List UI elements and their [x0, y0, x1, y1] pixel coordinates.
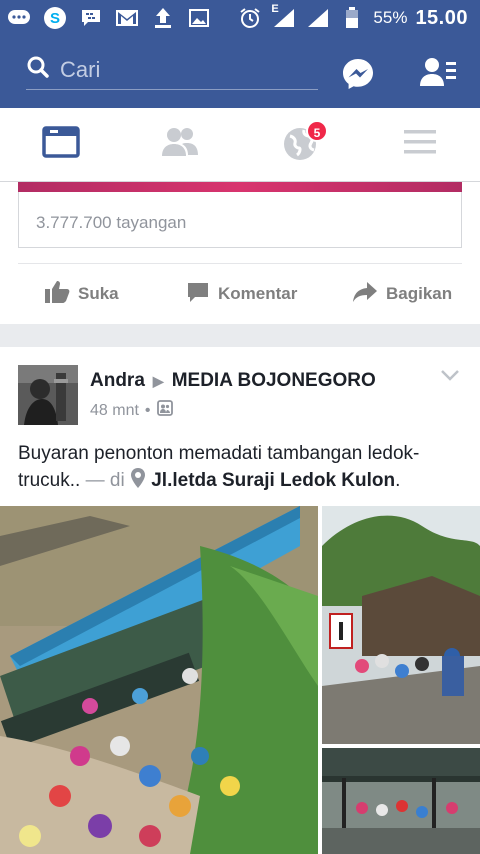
search-icon: [26, 55, 50, 84]
search-input[interactable]: Cari: [26, 50, 318, 90]
search-placeholder: Cari: [60, 56, 101, 82]
thumbs-up-icon: [44, 280, 70, 309]
comment-button[interactable]: Komentar: [186, 280, 297, 308]
person-list-icon: [420, 58, 458, 92]
post-options-chevron[interactable]: [440, 368, 460, 382]
divider: [18, 263, 462, 264]
messenger-icon: [340, 59, 376, 96]
page-name[interactable]: MEDIA BOJONEGORO: [172, 370, 376, 392]
share-button[interactable]: Bagikan: [352, 280, 452, 308]
status-bar: S E 55% 15.00: [0, 0, 480, 36]
share-arrow-icon: [352, 280, 378, 309]
signal-icon: [305, 7, 331, 29]
post-header: Andra ▶ MEDIA BOJONEGORO: [90, 370, 376, 392]
friends-icon: [160, 128, 200, 162]
messenger-button[interactable]: [340, 56, 376, 92]
battery-percent: 55%: [373, 8, 408, 27]
view-count: 3.777.700 tayangan: [36, 213, 187, 232]
chat-bubble-icon: [6, 7, 32, 29]
like-button[interactable]: Suka: [44, 280, 119, 308]
location-link[interactable]: Jl.letda Suraji Ledok Kulon: [151, 470, 395, 491]
chevron-down-icon: [440, 369, 460, 386]
tab-bar: [0, 108, 480, 182]
hamburger-menu-icon: [400, 130, 440, 162]
tab-friends[interactable]: [160, 126, 200, 162]
audience-group-icon: [156, 400, 173, 421]
image-icon: [186, 7, 212, 29]
battery-icon: [339, 7, 365, 29]
news-feed-icon: [42, 126, 80, 162]
shared-to-arrow: ▶: [152, 372, 164, 389]
globe-icon: [282, 128, 318, 166]
location-pin-icon: [130, 467, 146, 497]
meta-separator: •: [144, 401, 151, 419]
comment-icon: [186, 280, 210, 309]
notifications-badge: 5: [306, 120, 328, 142]
post-photo-main[interactable]: [0, 506, 318, 854]
post-text: Buyaran penonton memadati tambangan ledo…: [18, 441, 466, 497]
svg-text:S: S: [50, 10, 60, 27]
author-name[interactable]: Andra: [90, 370, 145, 392]
gmail-icon: [114, 7, 140, 29]
friend-requests-button[interactable]: [420, 56, 458, 92]
signal-e-icon: E: [271, 3, 297, 29]
text-period: .: [395, 470, 401, 491]
search-bar: Cari: [0, 36, 480, 108]
alarm-icon: [237, 7, 263, 29]
skype-icon: S: [42, 7, 68, 29]
clock: 15.00: [415, 6, 468, 29]
like-label: Suka: [78, 284, 119, 303]
share-label: Bagikan: [386, 284, 453, 303]
location-prefix: — di: [85, 470, 125, 491]
post-meta: 48 mnt •: [90, 400, 173, 421]
tab-menu[interactable]: [400, 126, 440, 162]
tab-news-feed[interactable]: [42, 126, 82, 162]
post-photo-top-right[interactable]: [322, 506, 480, 744]
comment-label: Komentar: [218, 284, 298, 303]
video-thumbnail-edge[interactable]: [18, 182, 462, 192]
post-photo-bottom-right[interactable]: [322, 748, 480, 854]
upload-icon: [150, 7, 176, 29]
post-time[interactable]: 48 mnt: [90, 402, 139, 420]
bbm-icon: [78, 7, 104, 29]
avatar[interactable]: [18, 365, 78, 425]
